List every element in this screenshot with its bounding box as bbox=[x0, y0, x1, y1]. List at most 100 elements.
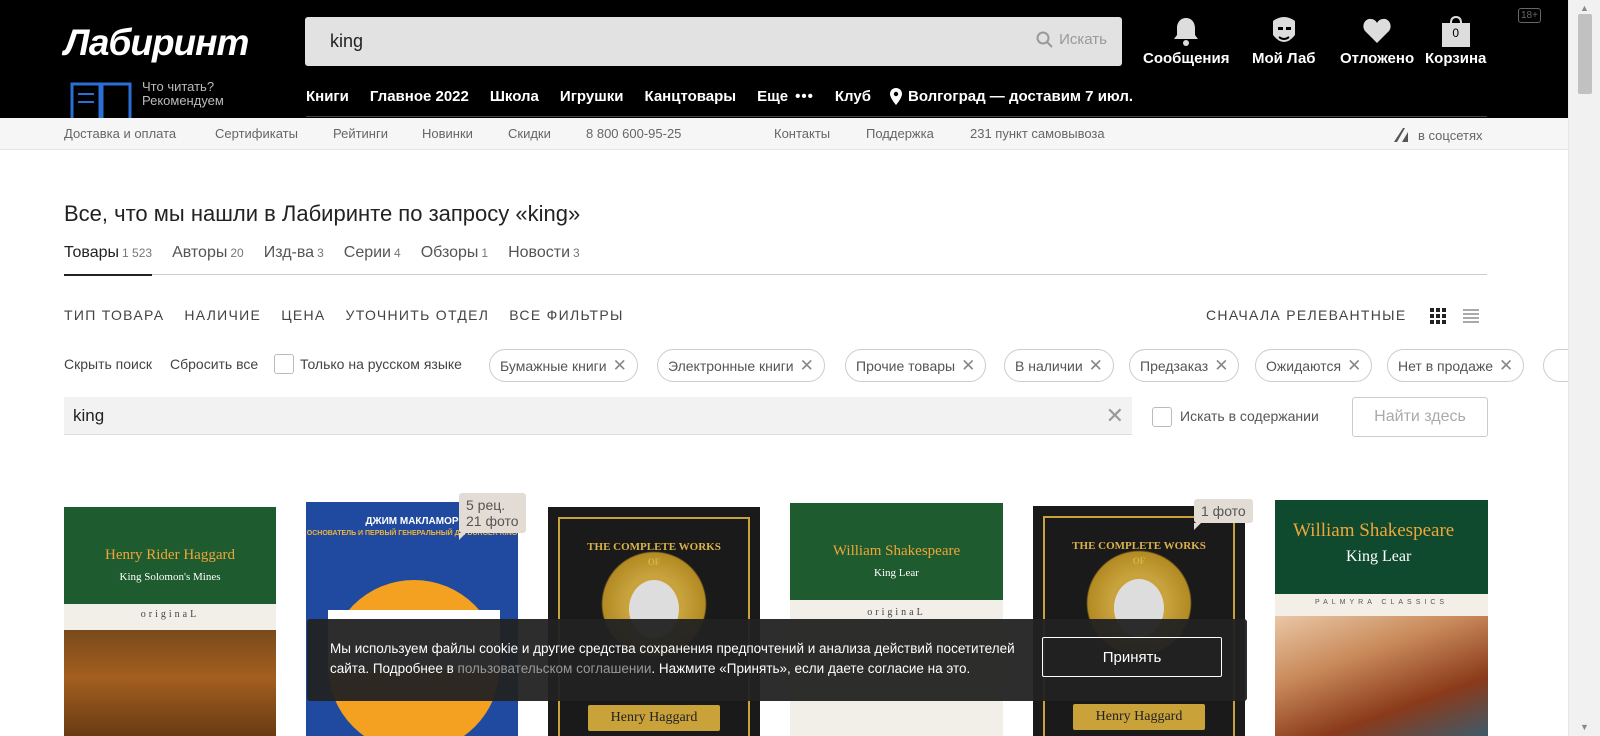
chip-not-available[interactable]: Нет в продаже ✕ bbox=[1387, 349, 1525, 382]
tab-count: 3 bbox=[573, 246, 580, 260]
tab-count: 3 bbox=[317, 246, 324, 260]
subnav-ratings[interactable]: Рейтинги bbox=[333, 126, 388, 141]
cover-author: Henry Haggard bbox=[588, 705, 720, 731]
filter-bar: ТИП ТОВАРА НАЛИЧИЕ ЦЕНА УТОЧНИТЬ ОТДЕЛ В… bbox=[64, 307, 644, 323]
cart-button[interactable]: 0 Корзина bbox=[1425, 14, 1486, 67]
filter-product-type[interactable]: ТИП ТОВАРА bbox=[64, 307, 164, 323]
search-input[interactable]: king bbox=[330, 31, 363, 52]
chip-other-goods[interactable]: Прочие товары ✕ bbox=[845, 349, 987, 382]
site-header: Лабиринт Что читать? Рекомендуем king Ис… bbox=[0, 0, 1568, 120]
tab-news[interactable]: Новости 3 bbox=[508, 244, 580, 275]
cart-label: Корзина bbox=[1425, 50, 1487, 67]
user-agreement-link[interactable]: пользовательском соглашении bbox=[458, 661, 652, 676]
filter-all[interactable]: ВСЕ ФИЛЬТРЫ bbox=[509, 307, 623, 323]
tab-count: 4 bbox=[394, 246, 401, 260]
scrollbar-thumb[interactable] bbox=[1578, 14, 1592, 94]
photos-badge[interactable]: 1 фото bbox=[1194, 499, 1253, 530]
search-in-content-label: Искать в содержании bbox=[1180, 408, 1319, 424]
filter-department[interactable]: УТОЧНИТЬ ОТДЕЛ bbox=[346, 307, 490, 323]
location-selector[interactable]: Волгоград — доставим 7 июл. bbox=[889, 88, 1154, 105]
subnav-delivery[interactable]: Доставка и оплата bbox=[64, 126, 176, 141]
scroll-up-icon[interactable]: ▲ bbox=[1580, 3, 1589, 13]
find-here-button[interactable]: Найти здесь bbox=[1352, 397, 1488, 437]
close-icon[interactable]: ✕ bbox=[1499, 356, 1513, 376]
deferred-button[interactable]: Отложено bbox=[1340, 14, 1414, 67]
tab-series[interactable]: Серии 4 bbox=[344, 244, 401, 275]
tab-reviews[interactable]: Обзоры 1 bbox=[421, 244, 488, 275]
page-scrollbar[interactable]: ▲ ▼ bbox=[1568, 0, 1600, 736]
chip-preorder[interactable]: Предзаказ ✕ bbox=[1129, 349, 1240, 382]
nav-item-main-2022[interactable]: Главное 2022 bbox=[370, 88, 469, 105]
close-icon[interactable]: ✕ bbox=[1214, 356, 1228, 376]
secondary-nav: Доставка и оплата Сертификаты Рейтинги Н… bbox=[0, 118, 1568, 150]
hide-search-link[interactable]: Скрыть поиск bbox=[64, 356, 152, 372]
open-book-icon bbox=[70, 82, 132, 120]
my-lab-button[interactable]: Мой Лаб bbox=[1252, 14, 1316, 67]
close-icon[interactable]: ✕ bbox=[1089, 356, 1103, 376]
close-icon[interactable]: ✕ bbox=[961, 356, 975, 376]
search-button[interactable]: Искать bbox=[1036, 31, 1107, 48]
nav-item-club[interactable]: Клуб bbox=[835, 88, 871, 105]
close-icon[interactable]: ✕ bbox=[613, 356, 627, 376]
search-in-content-checkbox[interactable] bbox=[1152, 407, 1172, 427]
russian-only-checkbox[interactable] bbox=[274, 354, 294, 374]
inner-search-field[interactable]: king ✕ bbox=[64, 397, 1132, 435]
profile-mask-icon bbox=[1272, 17, 1295, 42]
scroll-down-icon[interactable]: ▼ bbox=[1580, 722, 1589, 732]
tab-authors[interactable]: Авторы 20 bbox=[172, 244, 244, 275]
close-icon[interactable]: ✕ bbox=[800, 356, 814, 376]
heart-icon bbox=[1363, 18, 1391, 43]
chip-in-stock[interactable]: В наличии ✕ bbox=[1004, 349, 1114, 382]
bell-icon bbox=[1174, 18, 1199, 46]
inner-search-input[interactable]: king bbox=[73, 406, 104, 426]
close-icon[interactable]: ✕ bbox=[1347, 356, 1361, 376]
list-view-icon[interactable] bbox=[1463, 308, 1479, 324]
chip-paper-books[interactable]: Бумажные книги ✕ bbox=[489, 349, 638, 382]
recommend-link[interactable]: Что читать? Рекомендуем bbox=[70, 76, 280, 120]
subnav-social[interactable]: в соцсетях bbox=[1392, 126, 1483, 144]
tab-count: 1 523 bbox=[122, 246, 153, 260]
reset-all-link[interactable]: Сбросить все bbox=[170, 356, 258, 372]
sort-dropdown[interactable]: СНАЧАЛА РЕЛЕВАНТНЫЕ bbox=[1206, 307, 1406, 323]
cover-author: William Shakespeare bbox=[832, 543, 961, 559]
product-cover[interactable]: William Shakespeare King Lear PALMYRA CL… bbox=[1275, 500, 1488, 736]
more-dots-icon[interactable]: ••• bbox=[795, 88, 814, 105]
chip-more[interactable] bbox=[1543, 349, 1568, 382]
clear-icon[interactable]: ✕ bbox=[1106, 403, 1124, 429]
nav-item-books[interactable]: Книги bbox=[306, 88, 349, 105]
my-lab-label: Мой Лаб bbox=[1252, 50, 1316, 67]
cover-series: PALMYRA CLASSICS bbox=[1314, 599, 1449, 606]
social-label: в соцсетях bbox=[1418, 127, 1483, 143]
nav-item-toys[interactable]: Игрушки bbox=[560, 88, 624, 105]
chip-ebooks[interactable]: Электронные книги ✕ bbox=[657, 349, 825, 382]
site-logo[interactable]: Лабиринт bbox=[64, 22, 249, 64]
location-pin-icon bbox=[889, 88, 902, 105]
deferred-label: Отложено bbox=[1340, 50, 1415, 67]
subnav-new[interactable]: Новинки bbox=[422, 126, 473, 141]
filter-availability[interactable]: НАЛИЧИЕ bbox=[184, 307, 261, 323]
subnav-pickup-points[interactable]: 231 пункт самовывоза bbox=[970, 126, 1105, 141]
subnav-certificates[interactable]: Сертификаты bbox=[215, 126, 298, 141]
product-cover[interactable]: Henry Rider Haggard King Solomon's Mines… bbox=[64, 507, 276, 736]
filter-price[interactable]: ЦЕНА bbox=[281, 307, 325, 323]
accept-cookies-button[interactable]: Принять bbox=[1042, 637, 1222, 677]
header-search[interactable]: king Искать bbox=[305, 17, 1122, 66]
nav-item-school[interactable]: Школа bbox=[490, 88, 539, 105]
notifications-button[interactable]: Сообщения bbox=[1143, 14, 1229, 67]
subnav-discounts[interactable]: Скидки bbox=[508, 126, 551, 141]
tab-publishers[interactable]: Изд-ва 3 bbox=[264, 244, 324, 275]
subnav-phone[interactable]: 8 800 600-95-25 bbox=[586, 126, 681, 141]
cover-author: William Shakespeare bbox=[1293, 520, 1455, 541]
cover-of: OF bbox=[647, 557, 661, 567]
active-filters-row: Скрыть поиск Сбросить все Только на русс… bbox=[64, 349, 1568, 383]
nav-item-more[interactable]: Еще bbox=[757, 88, 788, 105]
cover-series: originaL bbox=[867, 607, 926, 618]
chip-expected[interactable]: Ожидаются ✕ bbox=[1255, 349, 1373, 382]
subnav-contacts[interactable]: Контакты bbox=[774, 126, 830, 141]
tab-goods[interactable]: Товары 1 523 bbox=[64, 244, 153, 276]
reviews-photos-badge[interactable]: 5 рец. 21 фото bbox=[459, 493, 526, 540]
nav-item-stationery[interactable]: Канцтовары bbox=[644, 88, 736, 105]
subnav-support[interactable]: Поддержка bbox=[866, 126, 934, 141]
tab-count: 20 bbox=[230, 246, 244, 260]
grid-view-icon[interactable] bbox=[1430, 308, 1446, 324]
